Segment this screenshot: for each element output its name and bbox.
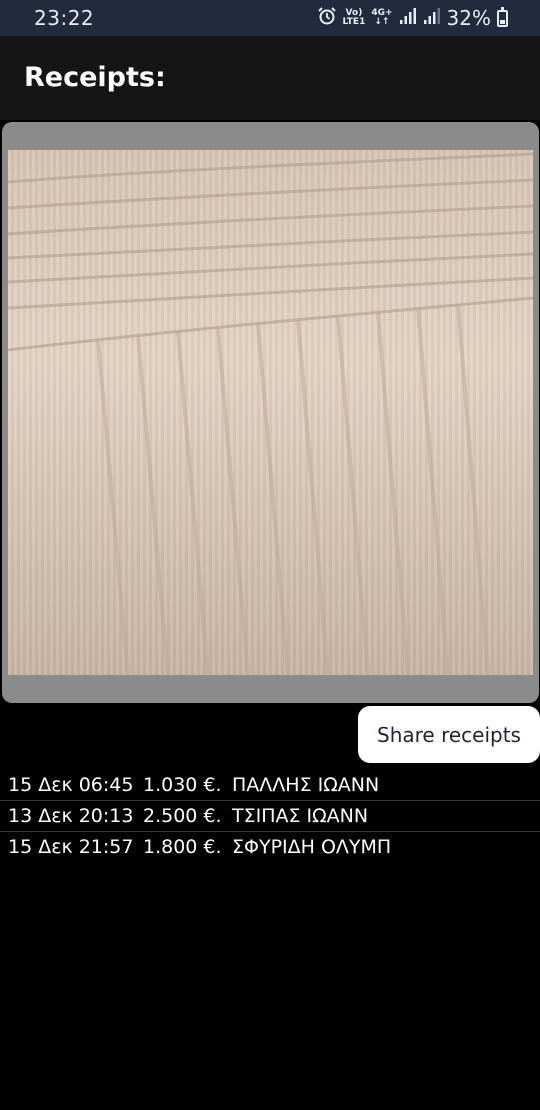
receipt-date: 15 Δεκ 21:57	[8, 836, 134, 858]
receipt-amount: 1.030 €.	[143, 774, 222, 796]
receipt-photo[interactable]	[8, 150, 533, 675]
receipt-date: 13 Δεκ 20:13	[8, 805, 134, 827]
receipt-row[interactable]: 15 Δεκ 21:57 1.800 €. ΣΦΥΡΙΔΗ ΟΛΥΜΠ	[0, 832, 540, 862]
page-title: Receipts:	[24, 62, 166, 93]
status-time: 23:22	[34, 6, 95, 30]
receipt-name: ΣΦΥΡΙΔΗ ΟΛΥΜΠ	[232, 836, 392, 858]
volte-indicator: Vo) LTE1	[342, 8, 366, 27]
receipt-amount: 2.500 €.	[143, 805, 222, 827]
battery-icon	[497, 6, 508, 27]
receipt-date: 15 Δεκ 06:45	[8, 774, 134, 796]
data-indicator: 4G+ ↓↑	[371, 8, 393, 27]
receipt-name: ΠΑΛΛΗΣ ΙΩΑΝΝ	[232, 774, 380, 796]
receipt-amount: 1.800 €.	[143, 836, 222, 858]
receipts-list: 15 Δεκ 06:45 1.030 €. ΠΑΛΛΗΣ ΙΩΑΝΝ 13 Δε…	[0, 770, 540, 862]
app-bar: Receipts:	[0, 36, 540, 120]
receipt-row[interactable]: 13 Δεκ 20:13 2.500 €. ΤΣΙΠΑΣ ΙΩΑΝΝ	[0, 801, 540, 832]
status-icons: Vo) LTE1 4G+ ↓↑ 32%	[317, 5, 508, 31]
receipt-row[interactable]: 15 Δεκ 06:45 1.030 €. ΠΑΛΛΗΣ ΙΩΑΝΝ	[0, 770, 540, 801]
share-receipts-button[interactable]: Share receipts	[358, 706, 540, 763]
battery-percent: 32%	[446, 6, 491, 30]
signal-icon	[399, 7, 417, 29]
alarm-icon	[317, 6, 337, 30]
receipt-name: ΤΣΙΠΑΣ ΙΩΑΝΝ	[232, 805, 369, 827]
signal-icon	[423, 7, 441, 29]
status-bar: 23:22 Vo) LTE1 4G+ ↓↑ 32%	[0, 0, 540, 36]
